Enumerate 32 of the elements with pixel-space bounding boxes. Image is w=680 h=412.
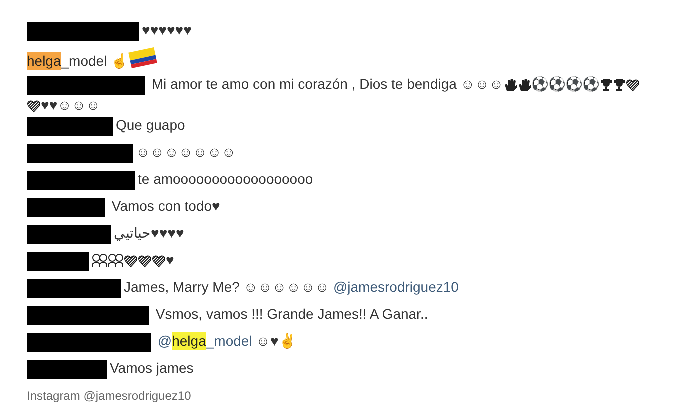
comment-text: te amoooooooooooooooooo <box>138 170 314 187</box>
comment-text: ⚽⚽⚽⚽ <box>532 76 600 92</box>
comment-text: ☺♥✌ <box>255 332 296 349</box>
comment-text: Vamos con todo♥ <box>110 198 220 214</box>
heart-icon <box>27 98 41 113</box>
comment-text: Que guapo <box>116 116 186 133</box>
comment-text: _model <box>61 53 108 69</box>
heart-icon <box>138 254 152 268</box>
heart-icon <box>626 78 640 92</box>
comment-text: Vamos james <box>110 360 194 376</box>
comment-text: Vsmos, vamos !!! Grande James!! A Ganar.. <box>154 306 428 322</box>
hand-icon <box>518 78 532 92</box>
mention-link[interactable]: _model <box>206 332 252 349</box>
comment-text: حياتيي♥♥♥♥ <box>114 224 184 241</box>
photo-credit: Instagram @jamesrodriguez10 <box>27 388 192 403</box>
figures-icon <box>92 252 108 268</box>
comment-text: Mi amor te amo con mi corazón , Dios te bendiga ☺☺☺ <box>150 76 504 92</box>
heart-icon <box>152 254 166 268</box>
comment-text: ♥♥♥♥♥♥ <box>142 22 192 38</box>
trophy-icon <box>600 78 613 92</box>
heart-icon <box>124 254 138 268</box>
comment-text: ☝ <box>111 53 128 69</box>
mention-link[interactable]: @ <box>154 332 172 349</box>
hand-icon <box>504 78 518 92</box>
comment-text: ♥ <box>166 252 174 268</box>
comment-text: ☺☺☺☺☺☺☺ <box>136 144 236 160</box>
flag-icon <box>128 47 158 69</box>
mention-link[interactable]: @jamesrodriguez10 <box>333 278 459 295</box>
comment-text: ♥♥☺☺☺ <box>41 96 101 113</box>
trophy-icon <box>612 78 626 92</box>
figures-icon <box>108 252 124 268</box>
comment-text: James, Marry Me? ☺☺☺☺☺☺ <box>124 278 331 295</box>
